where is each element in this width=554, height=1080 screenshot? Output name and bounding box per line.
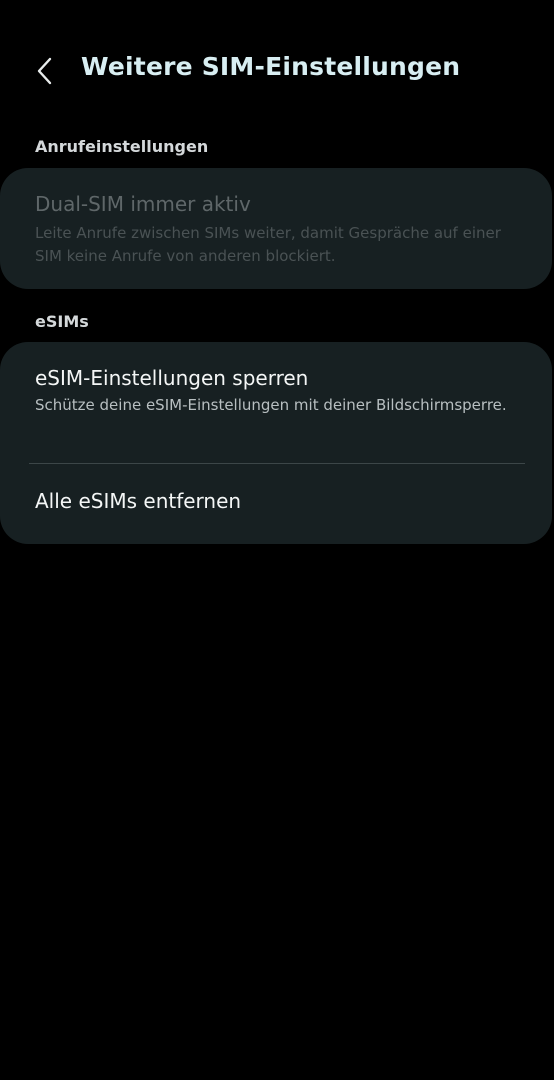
call-settings-card: Dual-SIM immer aktiv Leite Anrufe zwisch…: [0, 168, 552, 289]
dual-sim-title: Dual-SIM immer aktiv: [35, 192, 251, 216]
page-title: Weitere SIM-Einstellungen: [81, 52, 461, 81]
lock-esim-settings-item[interactable]: eSIM-Einstellungen sperren Schütze deine…: [0, 342, 552, 463]
lock-esim-settings-subtitle: Schütze deine eSIM-Einstellungen mit dei…: [35, 396, 507, 414]
dual-sim-subtitle: Leite Anrufe zwischen SIMs weiter, damit…: [35, 224, 501, 265]
section-label-esims: eSIMs: [35, 312, 89, 331]
dual-sim-always-on-item[interactable]: Dual-SIM immer aktiv Leite Anrufe zwisch…: [0, 168, 552, 268]
chevron-left-icon: [37, 57, 52, 85]
remove-all-esims-title: Alle eSIMs entfernen: [35, 489, 242, 513]
app-header: Weitere SIM-Einstellungen: [0, 40, 554, 100]
lock-esim-settings-title: eSIM-Einstellungen sperren: [35, 366, 309, 390]
remove-all-esims-item[interactable]: Alle eSIMs entfernen: [0, 464, 552, 544]
section-label-call-settings: Anrufeinstellungen: [35, 137, 209, 156]
esim-settings-card: eSIM-Einstellungen sperren Schütze deine…: [0, 342, 552, 544]
back-button[interactable]: [22, 48, 68, 94]
